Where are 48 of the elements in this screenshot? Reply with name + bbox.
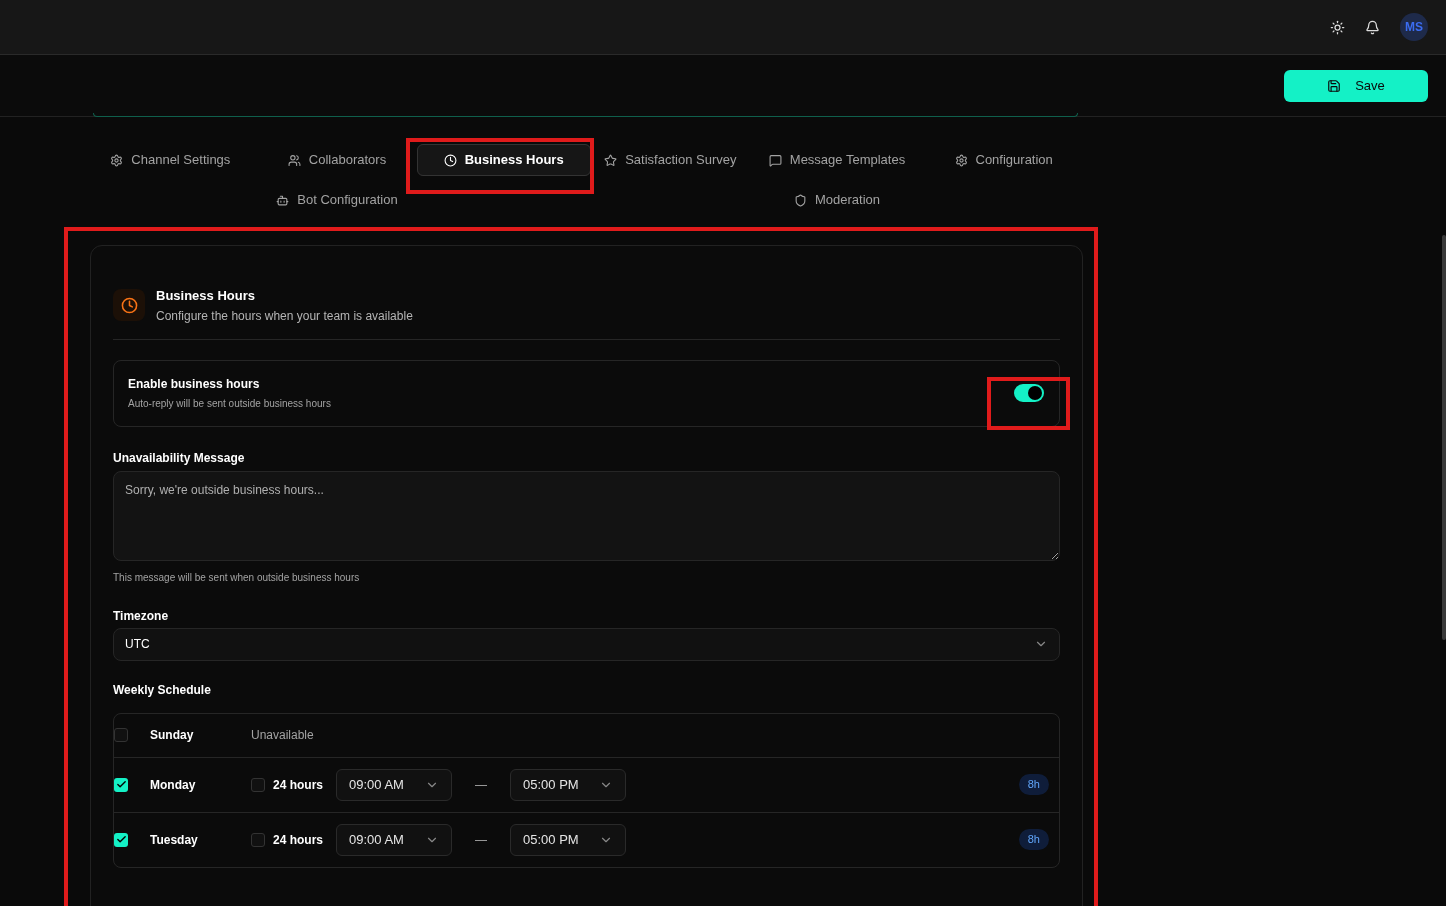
time-select[interactable]: 05:00 PM [510,768,626,801]
day-name: Monday [150,776,197,794]
range-separator: — [474,776,488,794]
speech-bubble-icon [768,153,782,167]
section-label: Weekly Schedule [113,681,212,699]
duration-badge: 8h [1018,829,1049,850]
range-separator: — [474,831,488,849]
timezone-select[interactable]: UTC [113,627,1060,661]
all-day-label: 24 hours [273,776,323,794]
section-subtitle: Configure the hours when your team is available [156,307,413,325]
robot-icon [276,193,290,207]
gear-icon [954,153,968,167]
day-name: Sunday [150,727,195,744]
users-icon [287,153,301,167]
save-button[interactable]: Save [1284,69,1428,102]
field-label: Unavailability Message [113,449,246,467]
gear-icon [110,153,124,167]
time-select[interactable]: 09:00 AM [336,823,452,856]
time-select[interactable]: 05:00 PM [510,823,626,856]
section-icon [113,289,145,322]
star-icon [604,153,618,167]
tab[interactable]: Business Hours [416,144,591,176]
toggle-switch[interactable] [1014,384,1044,402]
toggle-description: Auto-reply will be sent outside business hours [128,397,331,411]
day-checkbox[interactable] [114,728,128,742]
tab[interactable]: Bot Configuration [250,184,424,216]
section-title: Business Hours [156,287,256,305]
day-checkbox[interactable] [114,832,128,847]
day-status: Unavailable [251,727,314,744]
day-checkbox[interactable] [114,777,128,792]
tab[interactable]: Moderation [767,184,906,216]
duration-badge: 8h [1018,774,1049,795]
sun-icon[interactable] [1330,19,1345,35]
all-day-checkbox[interactable] [251,832,265,847]
save-icon [1327,78,1342,93]
message-field[interactable]: Sorry, we're outside business hours... [113,470,1060,561]
clock-icon [443,153,457,167]
tab[interactable]: Collaborators [261,144,413,176]
field-label: Timezone [113,607,170,625]
all-day-label: 24 hours [273,831,323,849]
time-select[interactable]: 09:00 AM [336,768,452,801]
tab[interactable]: Channel Settings [84,144,257,176]
all-day-checkbox[interactable] [251,777,265,792]
shield-icon [793,193,807,207]
bell-icon[interactable] [1365,19,1380,35]
day-name: Tuesday [150,831,199,849]
helper-text: This message will be sent when outside business hours [113,570,361,585]
toggle-title: Enable business hours [128,376,261,393]
